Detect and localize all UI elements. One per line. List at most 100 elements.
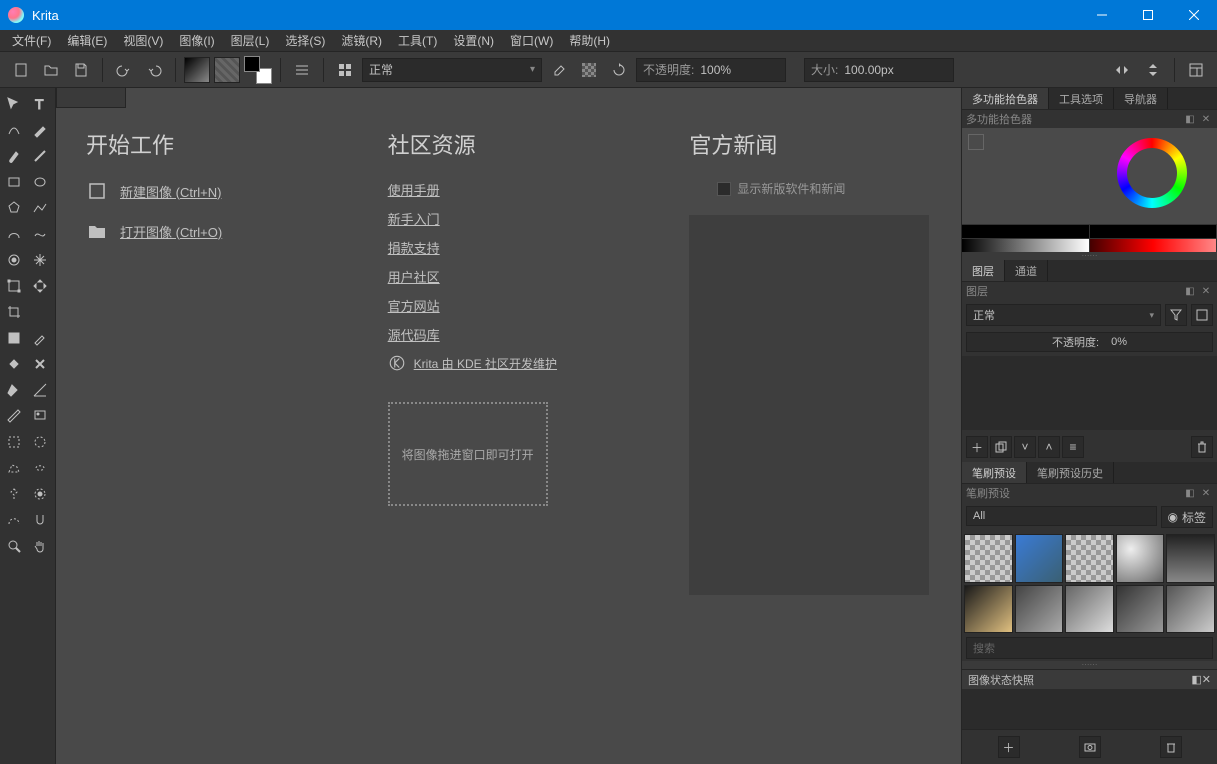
crop-tool[interactable] xyxy=(2,300,26,324)
transform-tool[interactable] xyxy=(2,274,26,298)
brush-settings-button[interactable] xyxy=(289,57,315,83)
preset-item[interactable] xyxy=(1166,585,1215,634)
open-file-button[interactable] xyxy=(38,57,64,83)
tab-color-selector[interactable]: 多功能拾色器 xyxy=(962,88,1049,109)
zoom-tool[interactable] xyxy=(2,534,26,558)
preset-item[interactable] xyxy=(1116,534,1165,583)
workspace-button[interactable] xyxy=(1183,57,1209,83)
color-mode-icon[interactable] xyxy=(968,134,984,150)
link-donate[interactable]: 捐款支持 xyxy=(388,238,630,257)
maximize-button[interactable] xyxy=(1125,0,1171,30)
new-file-button[interactable] xyxy=(8,57,34,83)
link-manual[interactable]: 使用手册 xyxy=(388,180,630,199)
fg-bg-color[interactable] xyxy=(244,56,272,84)
preset-item[interactable] xyxy=(1166,534,1215,583)
float-icon[interactable]: ◧ xyxy=(1183,112,1197,126)
delete-snapshot-button[interactable] xyxy=(1160,736,1182,758)
pan-tool[interactable] xyxy=(28,534,52,558)
new-image-link[interactable]: 新建图像 (Ctrl+N) xyxy=(86,180,328,202)
menu-window[interactable]: 窗口(W) xyxy=(502,30,561,51)
preset-filter-select[interactable]: All xyxy=(966,506,1157,526)
select-contiguous-tool[interactable] xyxy=(2,482,26,506)
select-free-tool[interactable] xyxy=(28,456,52,480)
dynamic-brush-tool[interactable] xyxy=(2,248,26,272)
menu-tools[interactable]: 工具(T) xyxy=(390,30,445,51)
text-tool[interactable]: T xyxy=(28,92,52,116)
layer-up-button[interactable]: ˄ xyxy=(1038,436,1060,458)
assistant-tool[interactable] xyxy=(28,378,52,402)
redo-button[interactable] xyxy=(141,57,167,83)
preset-item[interactable] xyxy=(1015,585,1064,634)
menu-view[interactable]: 视图(V) xyxy=(115,30,171,51)
link-source[interactable]: 源代码库 xyxy=(388,325,630,344)
close-button[interactable] xyxy=(1171,0,1217,30)
ellipse-tool[interactable] xyxy=(28,170,52,194)
preset-item[interactable] xyxy=(1116,585,1165,634)
menu-settings[interactable]: 设置(N) xyxy=(445,30,502,51)
preset-search-input[interactable]: 搜索 xyxy=(966,637,1213,659)
close-docker-icon[interactable]: ✕ xyxy=(1199,486,1213,500)
tab-presets[interactable]: 笔刷预设 xyxy=(962,462,1027,483)
gradient-tool[interactable] xyxy=(2,352,26,376)
save-file-button[interactable] xyxy=(68,57,94,83)
news-checkbox[interactable]: 显示新版软件和新闻 xyxy=(717,180,845,197)
kde-credit[interactable]: Krita 由 KDE 社区开发维护 xyxy=(388,354,630,372)
close-docker-icon[interactable]: ✕ xyxy=(1202,673,1211,686)
preset-item[interactable] xyxy=(964,585,1013,634)
freehand-path-tool[interactable] xyxy=(28,222,52,246)
tab-layers[interactable]: 图层 xyxy=(962,260,1005,281)
preset-item[interactable] xyxy=(1065,585,1114,634)
minimize-button[interactable] xyxy=(1079,0,1125,30)
color-picker-tool[interactable] xyxy=(28,326,52,350)
select-poly-tool[interactable] xyxy=(2,456,26,480)
layer-options-button[interactable] xyxy=(1191,304,1213,326)
select-ellipse-tool[interactable] xyxy=(28,430,52,454)
link-getting-started[interactable]: 新手入门 xyxy=(388,209,630,228)
link-website[interactable]: 官方网站 xyxy=(388,296,630,315)
multibrush-tool[interactable] xyxy=(28,248,52,272)
close-docker-icon[interactable]: ✕ xyxy=(1199,284,1213,298)
link-community[interactable]: 用户社区 xyxy=(388,267,630,286)
layer-list[interactable] xyxy=(962,356,1217,430)
menu-select[interactable]: 选择(S) xyxy=(277,30,333,51)
polygon-tool[interactable] xyxy=(2,196,26,220)
preset-item[interactable] xyxy=(964,534,1013,583)
brush-tool[interactable] xyxy=(2,144,26,168)
tab-preset-history[interactable]: 笔刷预设历史 xyxy=(1027,462,1114,483)
menu-file[interactable]: 文件(F) xyxy=(4,30,59,51)
layer-down-button[interactable]: ˅ xyxy=(1014,436,1036,458)
menu-filter[interactable]: 滤镜(R) xyxy=(333,30,390,51)
brush-preset-button[interactable] xyxy=(332,57,358,83)
menu-image[interactable]: 图像(I) xyxy=(171,30,222,51)
mirror-h-button[interactable] xyxy=(1110,57,1136,83)
preset-tag-button[interactable]: ◉ 标签 xyxy=(1161,506,1214,528)
reload-brush-button[interactable] xyxy=(606,57,632,83)
alpha-lock-button[interactable] xyxy=(576,57,602,83)
add-layer-button[interactable]: ＋ xyxy=(966,436,988,458)
gradient-swatch[interactable] xyxy=(184,57,210,83)
preset-item[interactable] xyxy=(1065,534,1114,583)
canvas-tab[interactable] xyxy=(56,88,126,108)
tab-channels[interactable]: 通道 xyxy=(1005,260,1048,281)
delete-layer-button[interactable] xyxy=(1191,436,1213,458)
select-similar-tool[interactable] xyxy=(28,482,52,506)
fill-tool[interactable] xyxy=(2,326,26,350)
menu-layer[interactable]: 图层(L) xyxy=(223,30,278,51)
reference-tool[interactable] xyxy=(28,404,52,428)
menu-edit[interactable]: 编辑(E) xyxy=(59,30,115,51)
layer-filter-button[interactable] xyxy=(1165,304,1187,326)
color-wheel-icon[interactable] xyxy=(1117,138,1187,208)
smart-fill-tool[interactable] xyxy=(2,378,26,402)
select-bezier-tool[interactable] xyxy=(2,508,26,532)
select-magnetic-tool[interactable] xyxy=(28,508,52,532)
resize-handle[interactable]: ⋯⋯ xyxy=(962,252,1217,260)
add-snapshot-button[interactable]: ＋ xyxy=(998,736,1020,758)
dropzone[interactable]: 将图像拖进窗口即可打开 xyxy=(388,402,548,506)
move-tool[interactable] xyxy=(2,92,26,116)
bezier-tool[interactable] xyxy=(2,222,26,246)
resize-handle[interactable]: ⋯⋯ xyxy=(962,661,1217,669)
capture-snapshot-button[interactable] xyxy=(1079,736,1101,758)
color-sliders[interactable] xyxy=(962,224,1217,252)
layer-props-button[interactable]: ≡ xyxy=(1062,436,1084,458)
eraser-button[interactable] xyxy=(546,57,572,83)
